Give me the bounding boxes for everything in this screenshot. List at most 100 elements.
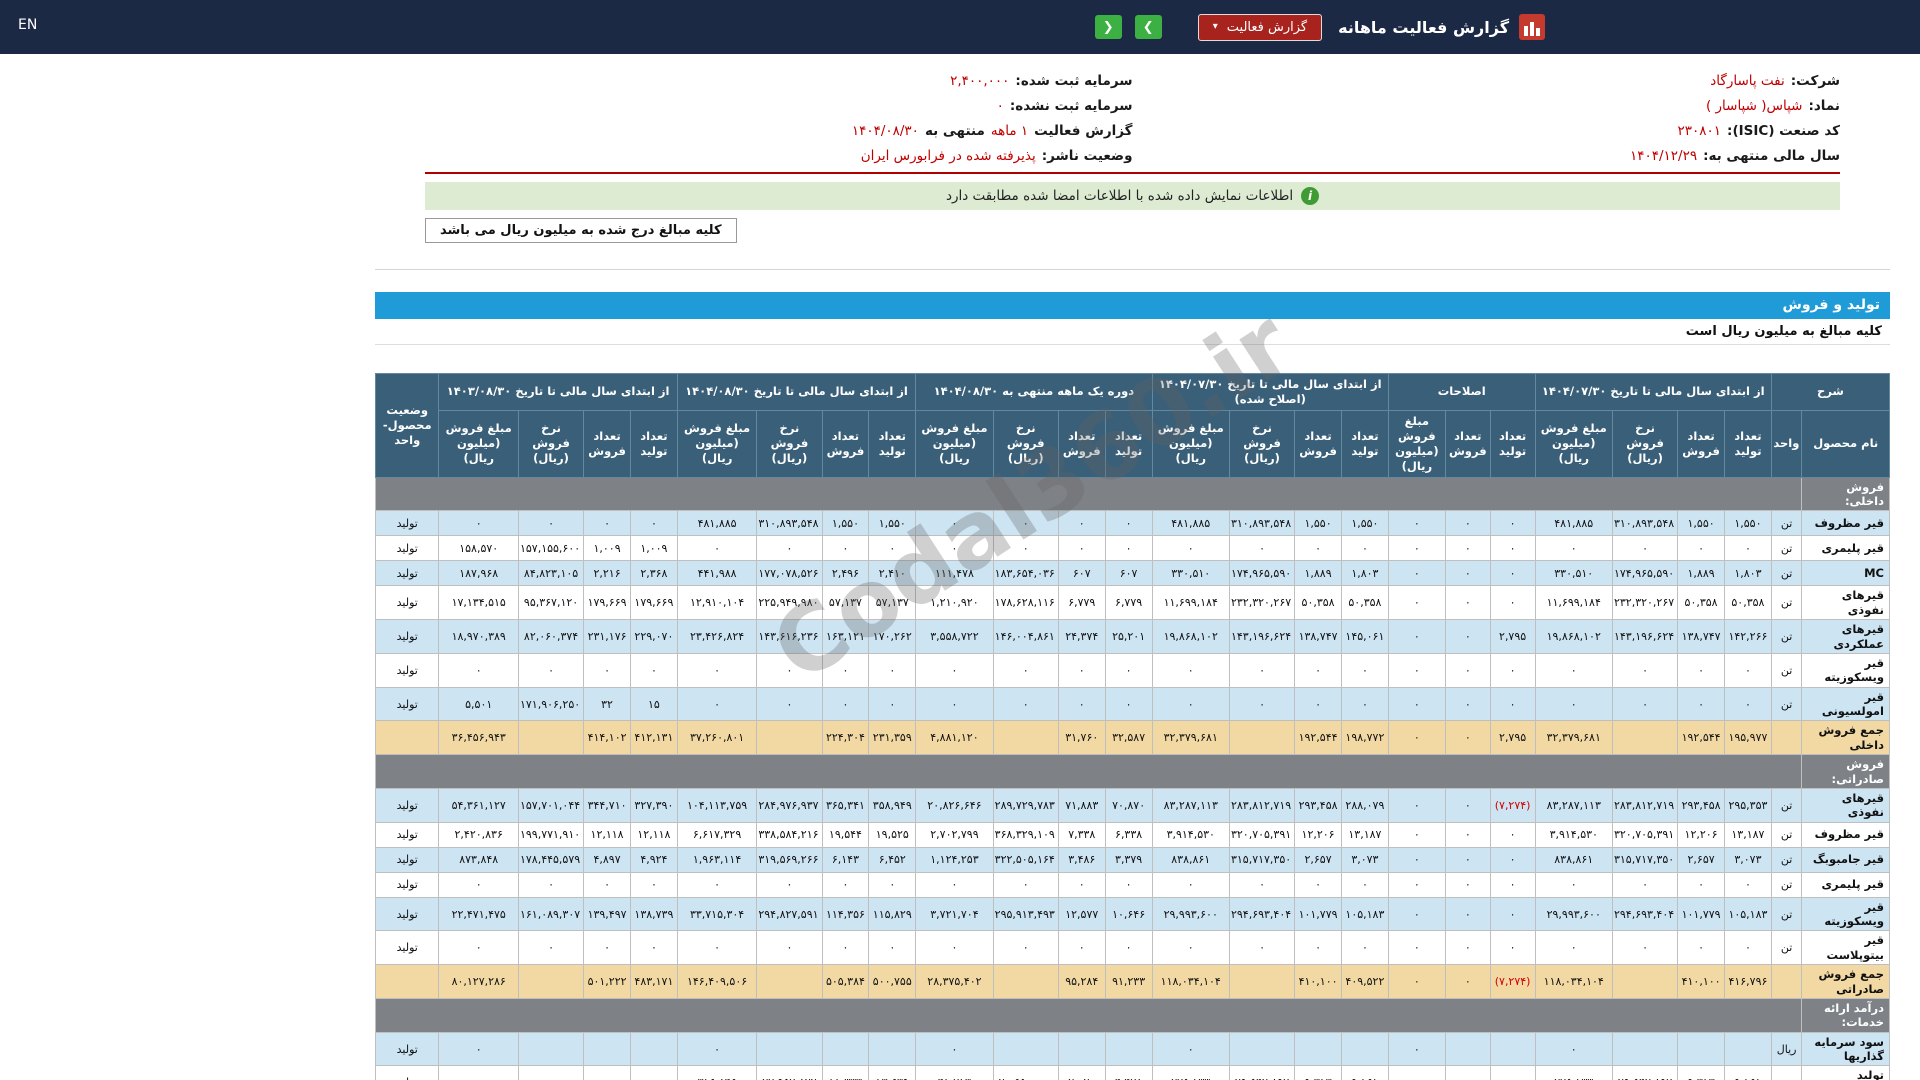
value-cell: ۸۳,۲۸۷,۱۱۳	[1534, 787, 1613, 823]
value-cell: ۸۴,۸۲۳,۱۰۵	[517, 560, 585, 587]
value-cell: ۴۸۱,۸۸۵	[1151, 510, 1230, 537]
value-cell: ۸۳۸,۸۶۱	[1151, 846, 1230, 873]
value-cell: ۱,۰۰۹	[583, 535, 631, 562]
value-cell: ۱,۸۸۹	[1677, 560, 1725, 587]
value-cell: ۲۳۲,۳۲۰,۲۶۷	[1611, 585, 1679, 621]
value-cell: ۳,۴۸۶	[1057, 846, 1106, 873]
column-header: نام محصول	[1801, 409, 1890, 478]
report-type-button[interactable]: گزارش فعالیت ▾	[1197, 13, 1323, 41]
value-cell	[1294, 1031, 1342, 1067]
value-cell: ۲,۴۲۰,۸۳۶	[438, 821, 519, 848]
info-value: ۱۴۰۴/۰۸/۳۰	[851, 122, 919, 139]
value-cell: ۰	[583, 652, 631, 688]
prev-report-button[interactable]: ❮	[1094, 15, 1122, 39]
value-cell	[756, 1031, 823, 1067]
value-cell: ۰	[821, 652, 870, 688]
value-cell: ۲,۷۰۲,۷۹۹	[915, 821, 994, 848]
value-cell: ۱۲,۵۷۷	[1057, 896, 1106, 932]
value-cell: ۱۸۷,۹۶۸	[438, 560, 519, 587]
value-cell: ۰	[1489, 560, 1536, 587]
value-cell: ۲۲۹,۰۷۰	[629, 619, 678, 654]
value-cell: ۳۱۰,۸۹۳,۵۴۸	[756, 510, 823, 537]
value-cell: ۲۳۲,۳۲۰,۲۶۷	[1228, 585, 1296, 621]
page-divider	[375, 269, 1890, 270]
value-cell: ۰	[1444, 896, 1491, 932]
value-cell: ۶,۷۷۹	[1104, 585, 1153, 621]
value-cell: ۱۱۵,۸۲۹	[868, 896, 917, 932]
column-header: نرخ فروش (ریال)	[517, 409, 585, 478]
value-cell: ۱۴۳,۱۹۶,۶۲۴	[1611, 619, 1679, 654]
column-header: مبلغ فروش (میلیون ریال)	[438, 409, 519, 478]
value-cell: ۱,۵۵۰	[1294, 510, 1342, 537]
language-toggle[interactable]: EN	[18, 17, 37, 33]
value-cell: ۲۷۵,۱۳۳	[1534, 1065, 1613, 1080]
amount-unit-note: کلیه مبالغ درج شده به میلیون ریال می باش…	[425, 218, 737, 243]
value-cell: ۲۳,۴۲۶,۸۲۴	[676, 619, 758, 654]
value-cell: ۰	[1340, 871, 1389, 898]
value-cell: ۰	[1489, 535, 1536, 562]
value-cell: ۰	[1444, 652, 1491, 688]
product-name-cell: قیر ویسکوزیته	[1801, 652, 1890, 688]
product-name-cell: MC	[1801, 560, 1890, 587]
group-header: اصلاحات	[1387, 373, 1536, 411]
value-cell: ۰	[1387, 896, 1446, 932]
value-cell: ۰	[517, 1065, 585, 1080]
value-cell	[992, 720, 1059, 756]
value-cell: ۰	[1294, 535, 1342, 562]
value-cell: ۰	[1611, 930, 1679, 966]
value-cell: ۰	[1611, 871, 1679, 898]
table-row: قیرهای نفوذی تن ۲۹۵,۳۵۳ ۲۹۳,۴۵۸ ۲۸۳,۸۱۲,۷۱۹ ۸…	[374, 787, 1890, 823]
value-cell: ۳۵۸,۹۴۹	[868, 787, 917, 823]
value-cell: ۱۰۵,۱۸۳	[1340, 896, 1389, 932]
info-label: نماد:	[1808, 97, 1840, 114]
value-cell: ۱۷۴,۹۶۵,۵۹۰	[1611, 560, 1679, 587]
product-name-cell: قیرهای نفوذی	[1801, 585, 1890, 621]
status-cell: تولید	[374, 686, 440, 722]
codal-logo-icon	[1519, 14, 1545, 40]
value-cell	[1444, 1031, 1491, 1067]
value-cell: ۰	[1340, 930, 1389, 966]
value-cell: ۱۷۷,۰۷۸,۵۲۶	[756, 560, 823, 587]
value-cell: (۷,۲۷۴)	[1489, 964, 1536, 999]
section-label: فروش داخلی:	[1801, 476, 1890, 512]
value-cell: ۳,۹۱۴,۵۳۰	[1534, 821, 1613, 848]
value-cell: ۰	[1294, 686, 1342, 722]
value-cell	[756, 964, 823, 999]
value-cell: ۱۲,۲۰۶	[1677, 821, 1725, 848]
value-cell: ۲,۲۱۶	[583, 560, 631, 587]
value-cell: ۰	[915, 652, 994, 688]
value-cell: ۴۴۱,۹۸۸	[676, 560, 758, 587]
value-cell: ۰	[992, 871, 1059, 898]
amounts-note: کلیه مبالغ به میلیون ریال است	[375, 319, 1890, 345]
value-cell: ۰	[1104, 871, 1153, 898]
value-cell: ۰	[1104, 652, 1153, 688]
info-icon: i	[1301, 187, 1320, 205]
value-cell: ۲۸۸,۰۷۹	[1340, 787, 1389, 823]
value-cell: ۸۰,۱۲۷,۲۸۶	[438, 964, 519, 999]
value-cell: ۰	[438, 1031, 519, 1067]
value-cell: (۷,۲۷۴)	[1489, 787, 1536, 823]
unit-cell: تن	[1770, 510, 1803, 537]
value-cell: ۱۰۴,۱۱۳,۷۵۹	[676, 787, 758, 823]
total-row: جمع فروش داخلی ۱۹۵,۹۷۷ ۱۹۲,۵۴۴ ۳۲,۳۷۹,۶۸۱ ۲,…	[374, 720, 1890, 756]
info-value: ۰	[996, 97, 1004, 114]
column-header-status: وضعیت محصول-واحد	[374, 373, 440, 478]
next-report-button[interactable]: ❯	[1134, 15, 1162, 39]
value-cell: ۰	[1489, 871, 1536, 898]
value-cell: ۱۹,۸۶۸,۱۰۲	[1534, 619, 1613, 654]
value-cell: ۱,۸۰۳	[1340, 560, 1389, 587]
product-name-cell: جمع فروش صادراتی	[1801, 964, 1890, 999]
value-cell: ۳۲,۳۷۹,۶۸۱	[1534, 720, 1613, 756]
value-cell: ۲۹,۵۴۲,۸۹۷	[1228, 1065, 1296, 1080]
value-cell: ۰	[1444, 787, 1491, 823]
info-label: سرمایه ثبت شده:	[1015, 72, 1133, 89]
page-title: گزارش فعالیت ماهانه	[1338, 17, 1509, 37]
value-cell: ۰	[1489, 821, 1536, 848]
column-header: تعداد تولید	[1724, 409, 1772, 478]
value-cell: ۲۳۱,۳۵۹	[868, 720, 917, 756]
column-header: نرخ فروش (ریال)	[1611, 409, 1679, 478]
value-cell: ۳,۵۵۸,۷۲۲	[915, 619, 994, 654]
value-cell: ۱۴۶,۰۰۴,۸۶۱	[992, 619, 1059, 654]
table-row: MC تن ۱,۸۰۳ ۱,۸۸۹ ۱۷۴,۹۶۵,۵۹۰ ۳۳۰,۵۱۰ ۰ ۰ ۰ ۱,۸۰۳…	[374, 560, 1890, 587]
info-value: ۱۴۰۴/۱۲/۲۹	[1629, 147, 1698, 164]
